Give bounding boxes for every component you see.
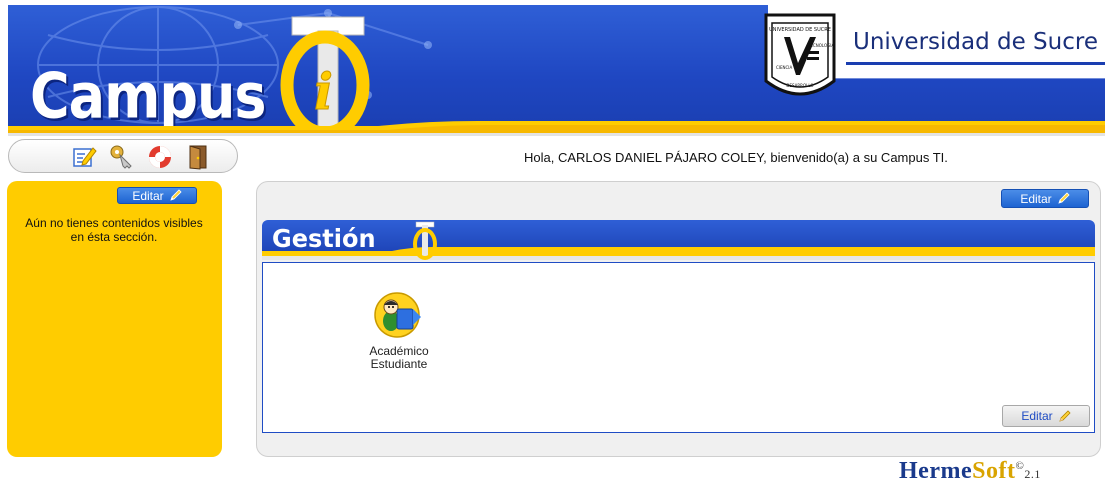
svg-text:i: i [314,62,333,121]
help-lifebuoy-icon[interactable] [147,144,173,170]
left-edit-label: Editar [132,188,164,203]
left-sidebar-panel: Editar Aún no tienes contenidos visibles… [7,181,222,457]
header-stripe [8,121,1105,136]
welcome-message: Hola, CARLOS DANIEL PÁJARO COLEY, bienve… [524,150,948,165]
content-edit-button[interactable]: Editar [1002,405,1090,427]
institution-underline [846,62,1105,65]
module-label: Académico Estudiante [369,344,429,371]
seal-top-text: UNIVERSIDAD DE SUCRE [769,27,831,33]
pencil-icon [170,189,182,201]
section-header-bar: Gestión [262,220,1095,260]
university-seal-icon: UNIVERSIDAD DE SUCRE CIENCIA TECNOLOGIA … [764,13,836,96]
pencil-icon [1058,192,1070,204]
hermesoft-part1: Herme [899,458,973,484]
section-ti-logo-icon [413,221,437,260]
empty-section-message: Aún no tienes contenidos visibles en ést… [25,216,203,244]
content-edit-label: Editar [1021,409,1053,423]
main-content-panel: Editar Gestión Académico Estudiante Edit… [256,181,1101,457]
main-edit-label: Editar [1020,191,1052,206]
seal-left-text: CIENCIA [776,65,792,70]
main-edit-button[interactable]: Editar [1001,189,1089,208]
header-banner: Campus i UNIVERSIDAD DE SUCRE CIENCIA TE… [8,5,1105,136]
edit-profile-icon[interactable] [71,144,97,170]
pencil-icon [1059,409,1071,422]
institution-name: Universidad de Sucre [853,29,1098,55]
module-academic-student[interactable]: Académico Estudiante [353,287,445,371]
hermesoft-mark: © [1015,460,1025,472]
hermesoft-logo: HermeSoft©2.1 [899,458,1041,485]
seal-bottom-text: DESARROLLO [786,83,813,88]
hermesoft-version: 2.1 [1024,467,1041,481]
seal-right-text: TECNOLOGIA [807,43,834,48]
hermesoft-part2: Soft [972,458,1016,484]
section-content-box: Académico Estudiante Editar [262,262,1095,433]
user-toolbar [8,139,238,173]
keys-icon[interactable] [109,144,135,170]
section-header-stripe [262,247,1095,260]
campus-ti-logo-icon: i [280,16,370,136]
left-edit-button[interactable]: Editar [117,187,197,204]
exit-door-icon[interactable] [185,144,211,170]
academic-student-icon [374,292,421,338]
